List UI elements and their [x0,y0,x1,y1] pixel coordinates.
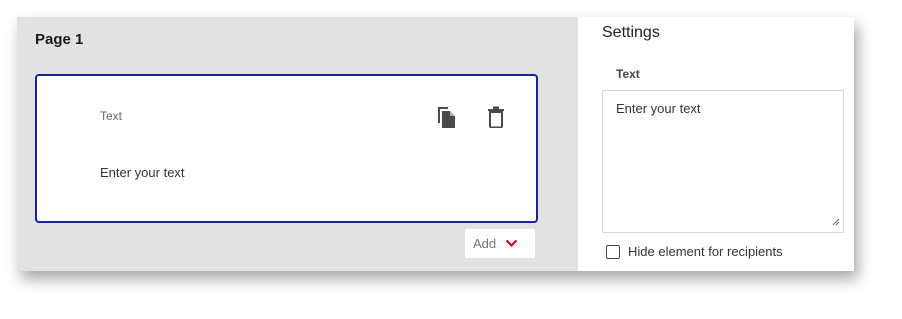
element-label: Text [100,109,123,123]
delete-button[interactable] [482,103,510,131]
element-value: Enter your text [100,165,185,180]
hide-element-checkbox[interactable] [606,244,620,259]
text-field-textarea[interactable]: Enter your text [602,90,844,233]
duplicate-button[interactable] [433,103,461,131]
trash-icon [487,106,505,128]
copy-icon [436,105,458,129]
editor-window: Page 1 Text Enter your text Add Settings… [17,17,854,271]
textarea-value: Enter your text [616,101,701,116]
chevron-down-icon [505,239,518,248]
hide-element-option[interactable]: Hide element for recipients [606,244,783,259]
hide-element-label: Hide element for recipients [628,244,783,259]
text-element-card[interactable]: Text Enter your text [35,74,538,223]
page-canvas: Page 1 Text Enter your text Add [17,17,578,271]
settings-panel: Settings Text Enter your text Hide eleme… [578,17,854,271]
add-button-label: Add [473,236,497,251]
resize-grip-icon[interactable] [832,214,840,229]
settings-title: Settings [602,24,660,41]
page-title: Page 1 [35,31,84,48]
add-element-button[interactable]: Add [465,229,535,258]
text-field-label: Text [616,67,640,81]
